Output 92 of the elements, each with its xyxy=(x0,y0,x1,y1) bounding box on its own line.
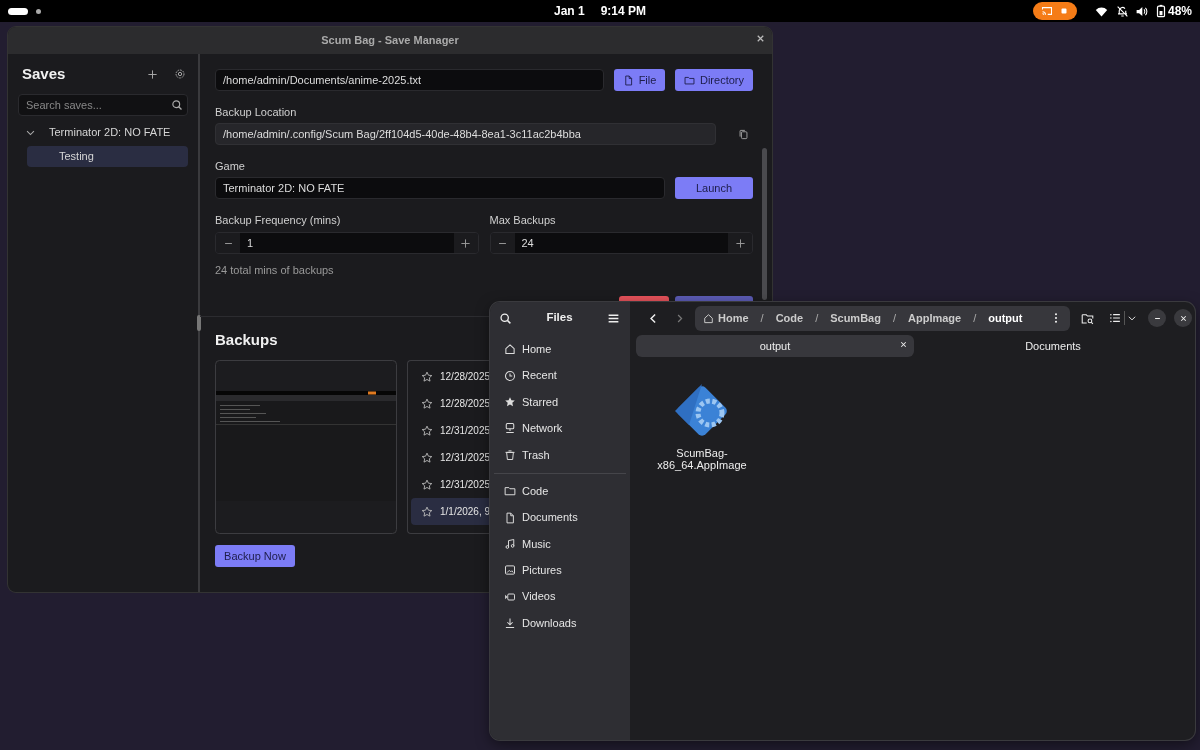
list-icon xyxy=(1109,312,1121,324)
path-separator: / xyxy=(891,310,897,326)
folder-icon xyxy=(504,485,516,498)
chevron-icon xyxy=(1127,313,1137,323)
path-crumb[interactable]: output xyxy=(988,309,1023,327)
add-icon xyxy=(147,68,158,80)
add-button[interactable] xyxy=(147,68,158,80)
trash-icon xyxy=(504,448,516,461)
search-folder-button[interactable] xyxy=(1081,311,1094,325)
path-separator: / xyxy=(759,310,765,326)
star-icon xyxy=(504,395,516,408)
backup-item[interactable]: 12/31/2025 xyxy=(411,444,491,471)
close-tab-button[interactable] xyxy=(899,340,908,349)
path-button[interactable]: Directory xyxy=(675,69,753,91)
path-crumb[interactable]: Home xyxy=(703,309,749,327)
sidebar-item[interactable]: Pictures xyxy=(490,557,630,584)
sidebar-item[interactable]: Downloads xyxy=(490,609,630,637)
close-icon xyxy=(899,340,908,349)
view-options-button[interactable] xyxy=(1127,313,1137,323)
home-icon xyxy=(504,343,516,356)
path-crumb[interactable]: ScumBag xyxy=(830,309,881,327)
backup-item[interactable]: 12/31/2025 xyxy=(411,471,491,498)
path-crumb[interactable]: Code xyxy=(775,309,804,327)
network-icon xyxy=(504,422,516,435)
backup-location-field[interactable]: /home/admin/.config/Scum Bag/2ff104d5-40de-48b4-8ea1-3c11ac2b4bba xyxy=(215,123,716,145)
field-label: Max Backups xyxy=(489,213,557,227)
path-separator: / xyxy=(814,310,820,326)
field-label: Game xyxy=(215,159,246,173)
screencast-indicator[interactable] xyxy=(1032,2,1077,20)
file-name[interactable]: ScumBag-x86_64.AppImage xyxy=(652,447,752,471)
summary-text: 24 total mins of backups xyxy=(215,263,335,277)
window-title: Files xyxy=(545,310,574,326)
backup-item[interactable]: 12/31/2025 xyxy=(411,417,491,444)
clock-date[interactable]: Jan 1 xyxy=(553,2,585,20)
sidebar-item[interactable]: Documents xyxy=(490,504,630,531)
search-field[interactable]: Search saves... xyxy=(18,94,188,116)
section-title: Backups xyxy=(215,330,278,350)
settings-icon xyxy=(174,68,186,80)
workspace-indicator[interactable] xyxy=(8,7,28,15)
backup-item[interactable]: 12/28/2025 xyxy=(411,390,491,417)
clock-icon xyxy=(504,369,516,382)
window-title: Scum Bag - Save Manager xyxy=(321,33,459,49)
close-button[interactable] xyxy=(755,33,766,44)
sidebar-item[interactable]: Videos xyxy=(490,583,630,610)
document-icon xyxy=(504,511,516,524)
settings-button[interactable] xyxy=(174,68,186,80)
sidebar-item[interactable]: Network xyxy=(490,415,630,442)
path-crumb[interactable]: AppImage xyxy=(908,309,962,327)
download-icon xyxy=(504,617,516,630)
clock-time[interactable]: 9:14 PM xyxy=(600,2,646,20)
close-button[interactable] xyxy=(1174,309,1192,327)
music-icon xyxy=(504,537,516,550)
tree-item[interactable]: Testing xyxy=(27,146,188,167)
close-icon xyxy=(1178,313,1188,323)
path-separator: / xyxy=(972,310,978,326)
copy-button[interactable] xyxy=(738,128,749,140)
sidebar-item[interactable]: Recent xyxy=(490,362,630,389)
path-button[interactable]: File xyxy=(614,69,665,91)
path-field[interactable]: /home/admin/Documents/anime-2025.txt xyxy=(215,69,604,91)
field-label: Backup Frequency (mins) xyxy=(215,213,342,227)
tab[interactable]: Documents xyxy=(914,335,1192,357)
bell-off-icon xyxy=(1115,4,1129,18)
sidebar-item[interactable]: Music xyxy=(490,530,630,558)
search-button[interactable] xyxy=(499,311,512,325)
sidebar-item[interactable]: Code xyxy=(490,477,630,505)
folder-icon xyxy=(684,74,695,86)
tab[interactable]: output xyxy=(636,335,914,357)
sidebar-item[interactable]: Home xyxy=(490,336,630,363)
search-icon xyxy=(171,99,183,111)
search-icon xyxy=(499,311,512,325)
home-icon xyxy=(703,312,714,324)
screencast-icon xyxy=(1040,5,1053,17)
game-field[interactable]: Terminator 2D: NO FATE xyxy=(215,177,665,199)
sidebar-item[interactable]: Starred xyxy=(490,388,630,416)
folder-search-icon xyxy=(1081,311,1094,325)
resize-handle[interactable] xyxy=(197,315,201,331)
backup-item[interactable]: 12/28/2025 xyxy=(411,363,491,390)
launch-button[interactable]: Launch xyxy=(675,177,753,199)
copy-icon xyxy=(738,128,749,140)
file-icon xyxy=(622,74,634,86)
backup-now-button[interactable]: Backup Now xyxy=(215,545,295,567)
scrollbar[interactable] xyxy=(762,148,767,300)
close-icon xyxy=(755,33,766,44)
sidebar-item[interactable]: Trash xyxy=(490,441,630,468)
view-button[interactable] xyxy=(1109,312,1121,324)
field-label: Backup Location xyxy=(215,105,298,119)
image-icon xyxy=(504,564,516,577)
battery-percentage: 48% xyxy=(1167,3,1192,20)
video-icon xyxy=(504,590,516,603)
workspace-indicator[interactable] xyxy=(36,8,41,14)
tree-item[interactable]: Terminator 2D: NO FATE xyxy=(18,122,188,143)
sidebar-title: Saves xyxy=(22,63,67,84)
